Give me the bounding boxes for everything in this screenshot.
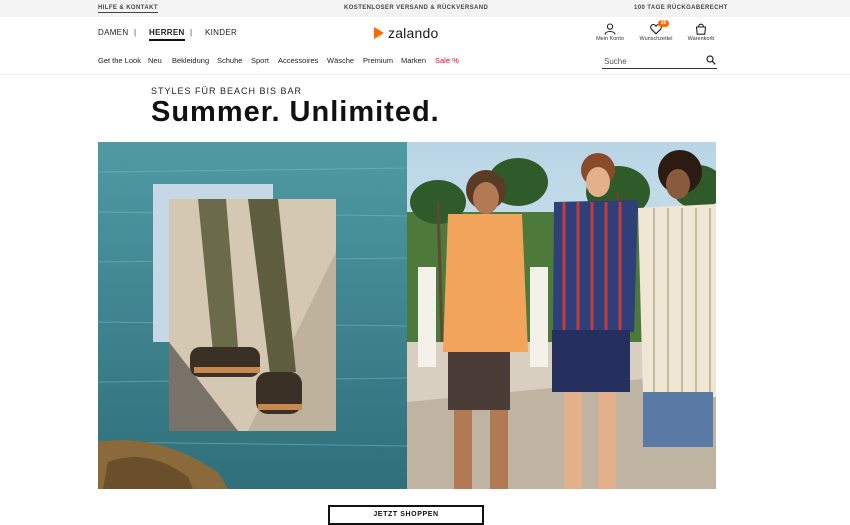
gender-tab-kids[interactable]: KINDER (205, 28, 237, 37)
gender-separator: | (190, 28, 193, 37)
gender-tab-men[interactable]: HERREN (149, 28, 185, 41)
search-icon[interactable] (706, 55, 716, 65)
account-button[interactable]: Mein Konto (590, 23, 630, 42)
nav-item-sport[interactable]: Sport (251, 56, 269, 65)
nav-item-accessories[interactable]: Accessoires (278, 56, 318, 65)
nav-item-underwear[interactable]: Wäsche (327, 56, 354, 65)
zalando-logo[interactable]: zalando (374, 24, 438, 42)
gender-separator: | (134, 28, 137, 37)
account-label: Mein Konto (596, 36, 624, 42)
wishlist-label: Wunschzettel (639, 36, 673, 42)
shopping-bag-icon (695, 23, 707, 35)
header-divider (0, 74, 850, 75)
nav-item-get-the-look[interactable]: Get the Look (98, 56, 141, 65)
wishlist-count-badge: 26 (658, 20, 669, 27)
play-logo-icon (374, 27, 384, 39)
top-bar: HILFE & KONTAKT KOSTENLOSER VERSAND & RÜ… (0, 0, 850, 17)
return-policy-notice: 100 TAGE RÜCKGABERECHT (634, 5, 728, 11)
nav-item-sale[interactable]: Sale % (435, 56, 459, 65)
logo-wordmark: zalando (388, 25, 439, 41)
nav-item-brands[interactable]: Marken (401, 56, 426, 65)
nav-item-clothing[interactable]: Bekleidung (172, 56, 209, 65)
hero-photo (98, 142, 716, 489)
help-contact-link[interactable]: HILFE & KONTAKT (98, 5, 158, 13)
campaign-kicker: STYLES FÜR BEACH BIS BAR (151, 86, 303, 96)
search-input[interactable] (604, 56, 699, 67)
search-box[interactable] (602, 53, 717, 69)
nav-item-premium[interactable]: Premium (363, 56, 393, 65)
nav-item-shoes[interactable]: Schuhe (217, 56, 242, 65)
cart-label: Warenkorb (687, 36, 715, 42)
free-shipping-notice: KOSTENLOSER VERSAND & RÜCKVERSAND (344, 5, 489, 11)
cart-button[interactable]: Warenkorb (681, 23, 721, 42)
user-icon (604, 23, 616, 35)
campaign-hero-image[interactable] (98, 142, 716, 489)
campaign-headline: Summer. Unlimited. (151, 96, 440, 128)
nav-item-new[interactable]: Neu (148, 56, 162, 65)
wishlist-button[interactable]: Wunschzettel (636, 23, 676, 42)
shop-now-button[interactable]: JETZT SHOPPEN (328, 505, 484, 525)
gender-tab-women[interactable]: DAMEN (98, 28, 128, 37)
